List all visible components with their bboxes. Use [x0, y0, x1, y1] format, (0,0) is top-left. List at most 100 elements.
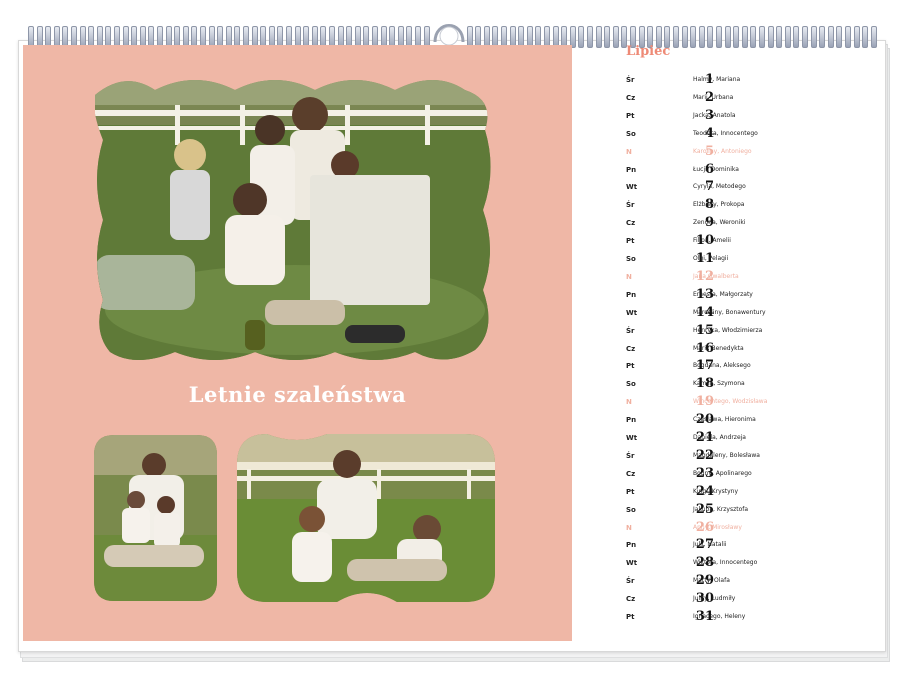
- weekday-label: Wt: [626, 434, 638, 442]
- month-title: Lipiec: [626, 44, 671, 59]
- binding-coil: [853, 26, 860, 48]
- binding-coil: [793, 26, 800, 48]
- weekday-label: So: [626, 255, 636, 263]
- name-day-text: Wiktora, Innocentego: [693, 559, 758, 567]
- day-row: Pt 31 Ignacego, Heleny: [626, 609, 876, 627]
- day-row: Wt 21 Daniela, Andrzeja: [626, 430, 876, 448]
- day-row: Pt 24 Kingi, Krystyny: [626, 484, 876, 502]
- day-row: Śr 1 Halmy, Mariana: [626, 72, 876, 90]
- day-row: N 19 Wincentego, Wodzisława: [626, 394, 876, 412]
- name-day-text: Anny, Mirosławy: [693, 523, 742, 531]
- weekday-label: Śr: [626, 451, 635, 460]
- weekday-label: Cz: [626, 219, 636, 228]
- weekday-label: Cz: [626, 469, 636, 478]
- weekday-label: Pt: [626, 362, 635, 371]
- weekday-label: Wt: [626, 308, 638, 317]
- weekday-label: So: [626, 380, 636, 389]
- binding-coil: [827, 26, 834, 48]
- weekday-label: Śr: [626, 201, 635, 210]
- photo-caption: Letnie szaleństwa: [188, 382, 407, 407]
- day-row: Pn 13 Ernesta, Małgorzaty: [626, 287, 876, 305]
- name-day-text: Magdaleny, Bolesława: [693, 451, 760, 459]
- weekday-label: Pt: [626, 613, 635, 621]
- binding-coil: [707, 26, 714, 48]
- day-row: So 4 Teodora, Innocentego: [626, 126, 876, 144]
- weekday-label: Śr: [626, 76, 635, 84]
- weekday-label: So: [626, 129, 636, 138]
- name-day-text: Olgi, Pelagii: [693, 255, 729, 262]
- day-row: Cz 9 Zenona, Weroniki: [626, 215, 876, 233]
- binding-coil: [819, 26, 826, 48]
- weekday-label: Cz: [626, 344, 636, 353]
- name-day-text: Karoliny, Antoniego: [693, 147, 752, 155]
- binding-coil: [681, 26, 688, 48]
- weekday-label: Pt: [626, 237, 635, 246]
- father-children-photo: [94, 435, 217, 601]
- name-day-text: Cyryla, Metodego: [693, 183, 746, 191]
- binding-coil: [673, 26, 679, 48]
- weekday-label: Pn: [626, 165, 637, 174]
- main-family-photo: [95, 70, 495, 365]
- binding-coil: [845, 26, 851, 48]
- name-day-text: Marii, Benedykta: [693, 344, 744, 352]
- weekday-label: Pn: [626, 290, 637, 299]
- weekday-label: Wt: [626, 559, 638, 568]
- weekday-label: Śr: [626, 326, 635, 335]
- day-row: Wt 14 Marceliny, Bonawentury: [626, 305, 876, 323]
- binding-coil: [690, 26, 697, 48]
- binding-coil: [802, 26, 808, 48]
- weekday-label: Pn: [626, 416, 637, 425]
- name-day-text: Ernesta, Małgorzaty: [693, 290, 753, 298]
- name-day-text: Julity, Ludmiły: [693, 595, 736, 603]
- day-row: N 26 Anny, Mirosławy: [626, 520, 876, 538]
- name-day-text: Jakuba, Krzysztofa: [693, 505, 749, 513]
- name-day-text: Wincentego, Wodzisława: [693, 398, 768, 406]
- binding-coil: [836, 26, 843, 48]
- day-row: Pt 3 Jacka, Anatola: [626, 108, 876, 126]
- name-day-text: Łucji, Dominika: [693, 165, 739, 173]
- name-day-text: Bogdana, Aleksego: [693, 362, 751, 370]
- weekday-label: Pn: [626, 541, 637, 550]
- binding-coil: [733, 26, 740, 48]
- binding-coil: [587, 26, 593, 48]
- day-row: Pn 6 Łucji, Dominika: [626, 162, 876, 180]
- name-day-text: Daniela, Andrzeja: [693, 434, 746, 441]
- name-day-text: Jacka, Anatola: [693, 111, 736, 119]
- day-row: Pt 10 Filipa, Amelii: [626, 233, 876, 251]
- binding-coil: [716, 26, 722, 48]
- binding-coil: [784, 26, 791, 48]
- weekday-label: Śr: [626, 577, 635, 586]
- binding-coil: [604, 26, 611, 48]
- day-row: Cz 23 Bogny, Apolinarego: [626, 466, 876, 484]
- day-row: Cz 2 Marii, Urbana: [626, 90, 876, 108]
- day-row: So 25 Jakuba, Krzysztofa: [626, 502, 876, 520]
- name-day-text: Filipa, Amelii: [693, 237, 731, 245]
- binding-coil: [870, 26, 877, 48]
- name-day-text: Kingi, Krystyny: [693, 487, 739, 495]
- father-daughters-photo: [237, 434, 495, 602]
- binding-coil: [862, 26, 869, 48]
- name-day-text: Zenona, Weroniki: [693, 219, 746, 227]
- day-row: Pn 20 Czesława, Hieronima: [626, 412, 876, 430]
- day-row: So 11 Olgi, Pelagii: [626, 251, 876, 269]
- weekday-label: N: [626, 523, 632, 532]
- binding-coil: [698, 26, 705, 48]
- photo-page: Letnie szaleństwa: [23, 45, 572, 641]
- weekday-label: Cz: [626, 93, 636, 102]
- weekday-label: N: [626, 147, 632, 156]
- weekday-label: N: [626, 272, 632, 281]
- binding-coil: [612, 26, 619, 48]
- day-row: Wt 7 Cyryla, Metodego: [626, 179, 876, 197]
- name-day-text: Teodora, Innocentego: [693, 129, 758, 137]
- weekday-label: Cz: [626, 595, 636, 604]
- day-row: Pn 27 Julii, Natalii: [626, 537, 876, 555]
- weekday-label: Wt: [626, 183, 638, 192]
- weekday-label: So: [626, 505, 636, 514]
- day-row: N 5 Karoliny, Antoniego: [626, 144, 876, 162]
- day-row: Śr 29 Marty, Olafa: [626, 573, 876, 591]
- day-row: So 18 Kamila, Szymona: [626, 376, 876, 394]
- binding-coil: [767, 26, 774, 48]
- name-day-text: Kamila, Szymona: [693, 380, 745, 388]
- day-row: Śr 8 Elżbiety, Prokopa: [626, 197, 876, 215]
- day-row: Cz 30 Julity, Ludmiły: [626, 591, 876, 609]
